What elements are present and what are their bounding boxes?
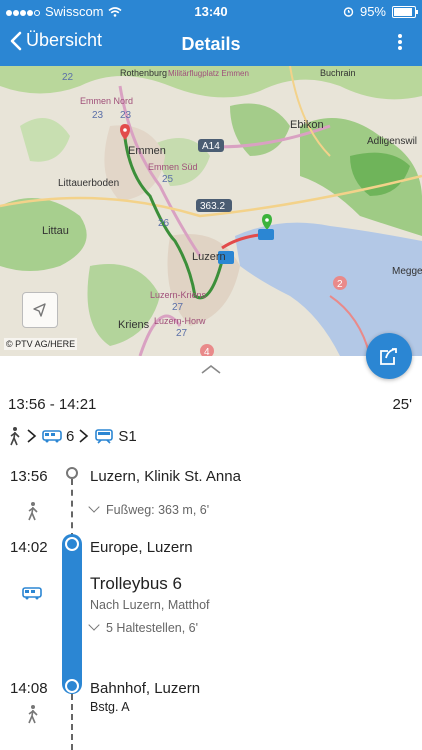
walk-path-line: [71, 479, 73, 539]
battery-level: [394, 7, 413, 16]
map-label-26: 26: [158, 218, 170, 229]
journey-duration: 25': [392, 396, 412, 413]
walk-icon: [10, 427, 20, 446]
map-label-luzern-horw: Luzern-Horw: [154, 316, 206, 326]
map-label-27b: 27: [176, 328, 188, 339]
stops-toggle[interactable]: 5 Haltestellen, 6': [88, 619, 199, 635]
train-line-number: S1: [118, 427, 137, 445]
map-label-emmen-nord: Emmen Nord: [80, 96, 133, 106]
stops-count-text: 5 Haltestellen, 6': [106, 621, 199, 635]
chevron-right-icon: [27, 429, 37, 443]
journey-summary: 13:56 - 14:21 25': [8, 396, 412, 413]
map-label-adligenswil: Adligenswil: [367, 136, 417, 147]
walk-details-toggle[interactable]: Fußweg: 363 m, 6': [88, 501, 210, 517]
map-label-22: 22: [62, 72, 74, 83]
walk-icon: [28, 705, 38, 724]
train-icon: [95, 429, 114, 444]
chevron-down-icon: [88, 501, 100, 513]
map-label-rothenburg: Rothenburg: [120, 68, 167, 78]
map-label-emmen-sued: Emmen Süd: [148, 162, 198, 172]
map-label-luzern: Luzern: [192, 251, 226, 263]
map-label-littauerboden: Littauerboden: [58, 178, 119, 189]
map-label-23: 23: [92, 110, 104, 121]
chevron-down-icon: [88, 619, 100, 631]
more-menu-button[interactable]: [396, 32, 404, 52]
location-arrow-icon: [33, 303, 46, 317]
map-label-littau: Littau: [42, 225, 69, 237]
map-label-27: 27: [172, 302, 184, 313]
map-label-emmen: Emmen: [128, 145, 166, 157]
walk-path-line-2: [71, 694, 73, 750]
step1-time: 13:56: [10, 468, 48, 485]
map-copyright: © PTV AG/HERE: [4, 338, 78, 350]
map-label-meggen: Megge: [392, 266, 422, 277]
step2-time: 14:02: [10, 539, 48, 556]
map-label-kriens: Kriens: [118, 319, 150, 331]
top-bar: Swisscom 13:40 95% Übersicht Details: [0, 0, 422, 66]
map-label-363-2: 363.2: [200, 201, 225, 212]
route-map[interactable]: Emmen Emmen Nord Emmen Süd Ebikon Adlige…: [0, 66, 422, 356]
map-label-ebikon: Ebikon: [290, 119, 324, 131]
walk-icon: [28, 502, 38, 521]
map-label-23b: 23: [120, 110, 132, 121]
walk-details-text: Fußweg: 363 m, 6': [106, 503, 210, 517]
bus-segment-line: [62, 534, 82, 694]
journey-time-range: 13:56 - 14:21: [8, 396, 97, 413]
step1-place: Luzern, Klinik St. Anna: [90, 468, 241, 485]
map-label-2: 2: [337, 279, 343, 290]
battery-percent: 95%: [359, 4, 386, 19]
step3-place: Bahnhof, Luzern: [90, 680, 201, 697]
map-label-luzern-kriens: Luzern-Kriens: [150, 290, 207, 300]
back-button[interactable]: Übersicht: [10, 30, 102, 51]
step3-time: 14:08: [10, 680, 48, 697]
bus-icon: [22, 587, 42, 600]
bus-icon: [42, 430, 62, 443]
bus-direction: Nach Luzern, Matthof: [90, 598, 210, 612]
share-icon: [380, 348, 397, 365]
map-label-military-airfield: Militärflugplatz Emmen: [168, 69, 249, 78]
map-label-25: 25: [162, 174, 174, 185]
bus-end-stop: [65, 679, 79, 693]
map-label-buchrain: Buchrain: [320, 68, 356, 78]
bus-line-number: 6: [66, 427, 75, 445]
back-label: Übersicht: [26, 30, 103, 50]
bus-line-title: Trolleybus 6: [90, 574, 182, 593]
map-label-a14: A14: [202, 141, 220, 152]
map-canvas: Emmen Emmen Nord Emmen Süd Ebikon Adlige…: [0, 66, 422, 356]
battery-icon: [392, 5, 418, 18]
platform-label: Bstg. A: [90, 700, 130, 714]
nav-row: Übersicht Details: [0, 28, 422, 60]
alarm-icon: [343, 7, 354, 17]
walk-start-marker: [66, 467, 78, 479]
status-bar: Swisscom 13:40 95%: [0, 0, 422, 22]
chevron-up-icon: [201, 364, 221, 374]
share-button[interactable]: [366, 333, 412, 379]
locate-button[interactable]: [22, 292, 58, 328]
expand-handle[interactable]: [200, 362, 222, 376]
step2-place: Europe, Luzern: [90, 539, 193, 556]
chevron-left-icon: [10, 31, 22, 50]
transport-chain: 6 S1: [8, 426, 137, 446]
map-label-4: 4: [204, 347, 210, 356]
chevron-right-icon: [79, 429, 89, 443]
bus-start-stop: [65, 537, 79, 551]
